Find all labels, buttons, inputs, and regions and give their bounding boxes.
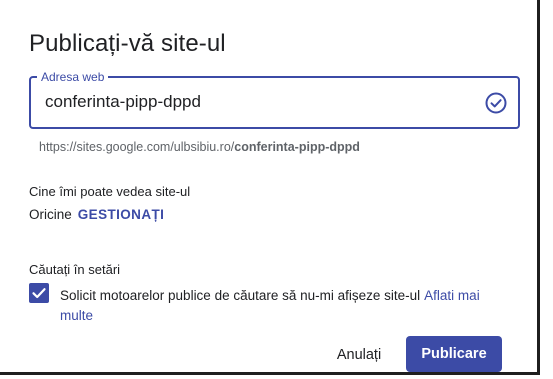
visibility-value: Oricine <box>29 207 72 222</box>
web-address-input[interactable] <box>45 92 465 112</box>
url-slug: conferinta-pipp-dppd <box>234 140 360 154</box>
hide-from-search-text: Solicit motoarelor publice de căutare să… <box>60 286 500 326</box>
publish-button[interactable]: Publicare <box>406 336 502 372</box>
cancel-button[interactable]: Anulați <box>320 339 398 371</box>
hide-from-search-checkbox[interactable] <box>29 283 49 303</box>
search-heading: Căutați în setări <box>29 262 121 277</box>
web-address-field[interactable]: Adresa web <box>29 69 520 129</box>
url-preview: https://sites.google.com/ulbsibiu.ro/con… <box>39 140 360 154</box>
web-address-label: Adresa web <box>37 69 109 85</box>
hide-from-search-label: Solicit motoarelor publice de căutare să… <box>60 288 421 303</box>
publish-dialog: Publicați-vă site-ul Adresa web https://… <box>0 0 540 375</box>
visibility-row: Oricine GESTIONAȚI <box>29 207 164 222</box>
check-circle-icon <box>485 92 507 114</box>
checkmark-icon <box>32 288 46 299</box>
dialog-title: Publicați-vă site-ul <box>29 30 226 57</box>
manage-access-link[interactable]: GESTIONAȚI <box>78 207 165 222</box>
url-prefix: https://sites.google.com/ulbsibiu.ro/ <box>39 140 235 154</box>
visibility-heading: Cine îmi poate vedea site-ul <box>29 184 191 199</box>
